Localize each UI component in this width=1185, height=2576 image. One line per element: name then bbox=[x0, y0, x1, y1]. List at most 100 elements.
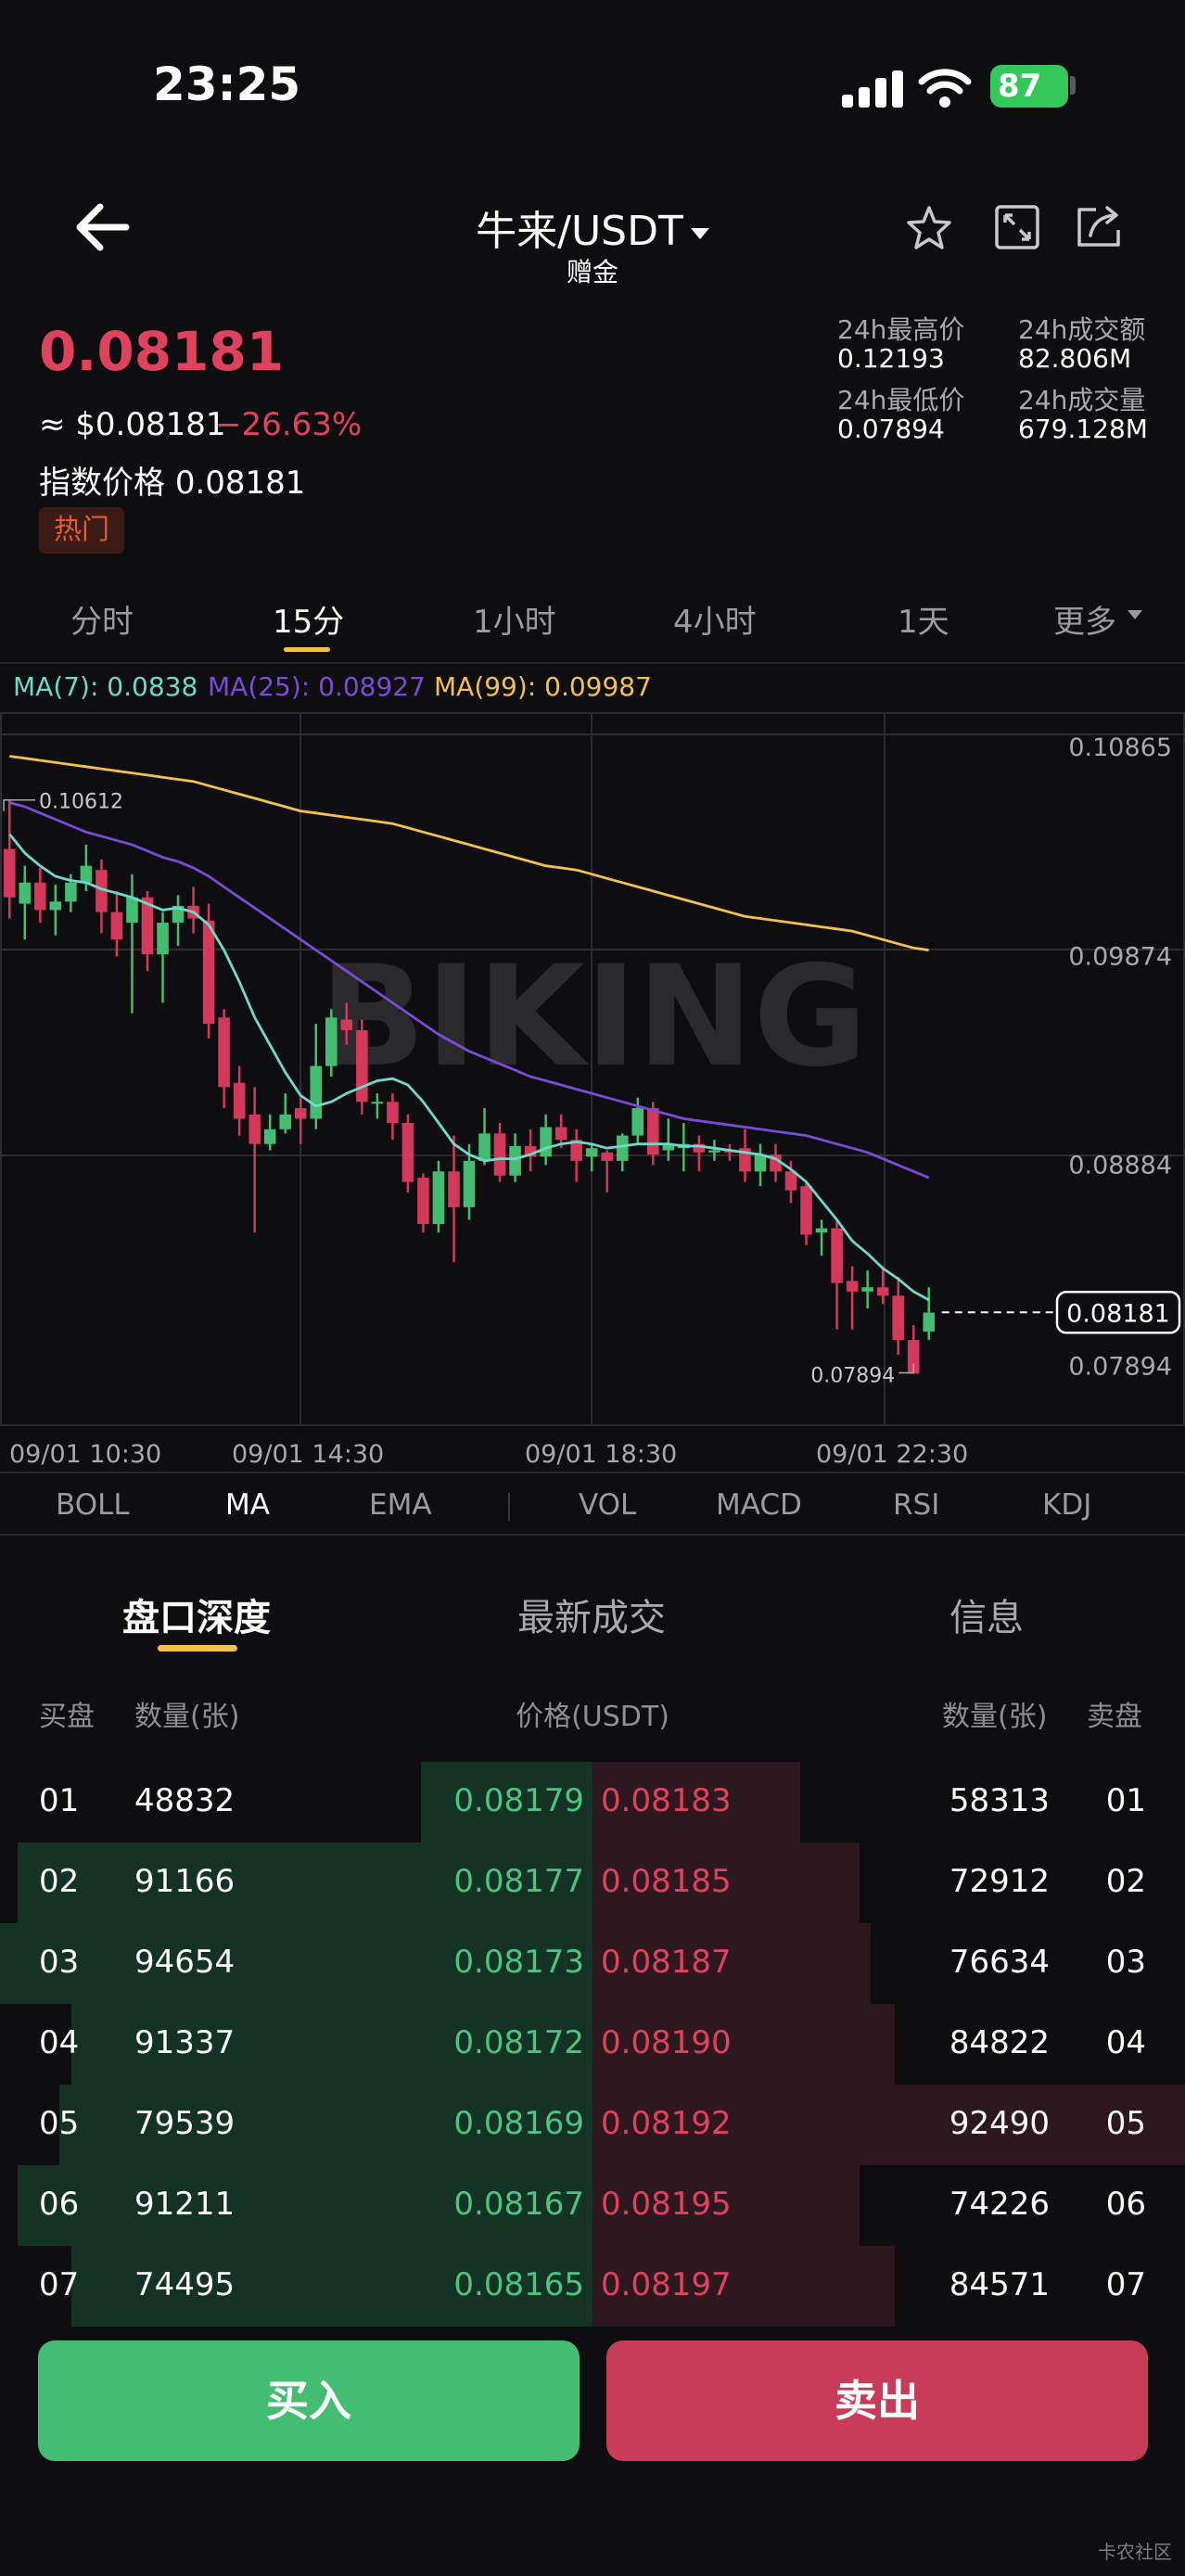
stat-low-value: 0.07894 bbox=[837, 414, 945, 444]
orderbook-row[interactable]: 05 79539 0.08169 0.08192 92490 05 bbox=[0, 2085, 1185, 2165]
timeframe-tab-4h[interactable]: 4小时 bbox=[673, 596, 757, 642]
y-axis-label: 0.09874 bbox=[1068, 942, 1172, 971]
timeframe-tab-1h[interactable]: 1小时 bbox=[473, 596, 556, 642]
status-time: 23:25 bbox=[153, 57, 301, 111]
orderbook-row[interactable]: 04 91337 0.08172 0.08190 84822 04 bbox=[0, 2004, 1185, 2085]
candle-body bbox=[356, 1029, 368, 1103]
orderbook-row[interactable]: 01 48832 0.08179 0.08183 58313 01 bbox=[0, 1762, 1185, 1843]
buy-button[interactable]: 买入 bbox=[38, 2340, 580, 2461]
candle-body bbox=[478, 1133, 491, 1161]
x-axis-label: 09/01 18:30 bbox=[525, 1440, 678, 1469]
tab-order-depth[interactable]: 盘口深度 bbox=[122, 1588, 271, 1641]
pair-subtitle: 赠金 bbox=[566, 257, 618, 287]
candle-body bbox=[202, 920, 215, 1025]
candle-body bbox=[708, 1150, 720, 1153]
candle-body bbox=[248, 1114, 261, 1144]
hot-badge: 热门 bbox=[39, 507, 124, 554]
index-price-value: 0.08181 bbox=[174, 465, 306, 502]
indicator-tab-vol[interactable]: VOL bbox=[579, 1488, 636, 1522]
bid-quantity: 79539 bbox=[134, 2105, 236, 2142]
ask-price: 0.08195 bbox=[601, 2186, 732, 2223]
star-favorite-icon[interactable] bbox=[905, 204, 953, 252]
fullscreen-icon[interactable] bbox=[994, 204, 1040, 250]
indicator-tab-macd[interactable]: MACD bbox=[716, 1488, 802, 1522]
candle-body bbox=[157, 923, 169, 955]
ask-quantity: 74226 bbox=[949, 2186, 1050, 2223]
candle-body bbox=[401, 1122, 414, 1182]
candle-body bbox=[876, 1287, 889, 1296]
candle-body bbox=[892, 1295, 904, 1341]
ask-level-number: 05 bbox=[1105, 2105, 1146, 2142]
stat-low-label: 24h最低价 bbox=[837, 385, 965, 415]
timeframe-tab-time[interactable]: 分时 bbox=[70, 596, 134, 642]
timeframe-active-indicator bbox=[284, 647, 330, 652]
share-icon[interactable] bbox=[1074, 202, 1126, 250]
divider bbox=[0, 662, 1185, 664]
wifi-icon bbox=[918, 69, 972, 108]
candle-body bbox=[371, 1102, 384, 1104]
indicator-tab-boll[interactable]: BOLL bbox=[56, 1488, 130, 1522]
orderbook-tab-indicator bbox=[158, 1645, 237, 1651]
ask-level-number: 03 bbox=[1105, 1944, 1146, 1981]
ask-price: 0.08183 bbox=[601, 1782, 732, 1819]
ask-price: 0.08190 bbox=[601, 2024, 732, 2061]
tab-latest-trades[interactable]: 最新成交 bbox=[517, 1588, 666, 1641]
battery-tip bbox=[1070, 76, 1076, 95]
ask-level-number: 01 bbox=[1105, 1782, 1146, 1819]
y-axis-label: 0.08884 bbox=[1068, 1152, 1172, 1180]
usd-price: ≈ $0.08181 bbox=[39, 406, 226, 443]
bid-quantity: 91211 bbox=[134, 2186, 236, 2223]
candle-body bbox=[279, 1114, 291, 1129]
candle-body bbox=[493, 1133, 506, 1176]
stat-turnover-value: 82.806M bbox=[1018, 343, 1132, 374]
bid-price: 0.08169 bbox=[453, 2105, 584, 2142]
indicator-tab-ema[interactable]: EMA bbox=[369, 1488, 432, 1522]
ask-level-number: 07 bbox=[1105, 2266, 1146, 2303]
bid-price: 0.08179 bbox=[453, 1782, 584, 1819]
timeframe-tab-15m[interactable]: 15分 bbox=[273, 596, 344, 642]
indicator-tab-rsi[interactable]: RSI bbox=[893, 1488, 939, 1522]
candle-body bbox=[831, 1228, 843, 1283]
bid-price: 0.08173 bbox=[453, 1944, 584, 1981]
ask-quantity: 76634 bbox=[949, 1944, 1050, 1981]
candle-body bbox=[34, 882, 46, 911]
ask-quantity: 92490 bbox=[949, 2105, 1050, 2142]
timeframe-tab-1d[interactable]: 1天 bbox=[898, 596, 949, 642]
candlestick-chart[interactable]: BIKING 0.10865 0.09874 0.08884 0.07894 0.1061… bbox=[0, 712, 1185, 1426]
bid-level-number: 02 bbox=[39, 1863, 80, 1900]
orderbook-row[interactable]: 06 91211 0.08167 0.08195 74226 06 bbox=[0, 2165, 1185, 2246]
bid-price: 0.08165 bbox=[453, 2266, 584, 2303]
x-axis-label: 09/01 22:30 bbox=[816, 1440, 969, 1469]
battery-level: 87 bbox=[998, 68, 1042, 105]
candle-body bbox=[233, 1082, 246, 1119]
candle-body bbox=[601, 1152, 614, 1161]
bid-quantity: 91337 bbox=[134, 2024, 236, 2061]
tab-info[interactable]: 信息 bbox=[949, 1588, 1024, 1641]
candle-body bbox=[218, 1017, 230, 1088]
battery-icon: 87 bbox=[990, 65, 1068, 108]
orderbook-row[interactable]: 03 94654 0.08173 0.08187 76634 03 bbox=[0, 1923, 1185, 2004]
y-axis-label: 0.07894 bbox=[1068, 1353, 1172, 1382]
candle-body bbox=[263, 1129, 276, 1144]
indicator-tab-ma[interactable]: MA bbox=[225, 1488, 270, 1522]
bid-quantity: 94654 bbox=[134, 1944, 236, 1981]
orderbook-row[interactable]: 07 74495 0.08165 0.08197 84571 07 bbox=[0, 2246, 1185, 2327]
candle-body bbox=[340, 1019, 353, 1030]
candle-body bbox=[754, 1154, 767, 1172]
low-marker-label: 0.07894 bbox=[810, 1365, 895, 1388]
indicator-tab-kdj[interactable]: KDJ bbox=[1042, 1488, 1091, 1522]
bid-level-number: 06 bbox=[39, 2186, 80, 2223]
orderbook-row[interactable]: 02 91166 0.08177 0.08185 72912 02 bbox=[0, 1843, 1185, 1923]
timeframe-tab-more[interactable]: 更多 bbox=[1053, 596, 1116, 642]
candle-body bbox=[126, 897, 138, 924]
candle-body bbox=[294, 1108, 307, 1119]
ask-price: 0.08185 bbox=[601, 1863, 732, 1900]
sell-button[interactable]: 卖出 bbox=[606, 2340, 1148, 2461]
ask-level-number: 02 bbox=[1105, 1863, 1146, 1900]
indicator-separator bbox=[508, 1493, 510, 1521]
stat-high-label: 24h最高价 bbox=[837, 314, 965, 345]
ma25-legend: MA(25): 0.08927 bbox=[208, 671, 426, 702]
candle-body bbox=[80, 865, 93, 883]
candle-body bbox=[923, 1312, 936, 1332]
candle-body bbox=[432, 1171, 445, 1225]
